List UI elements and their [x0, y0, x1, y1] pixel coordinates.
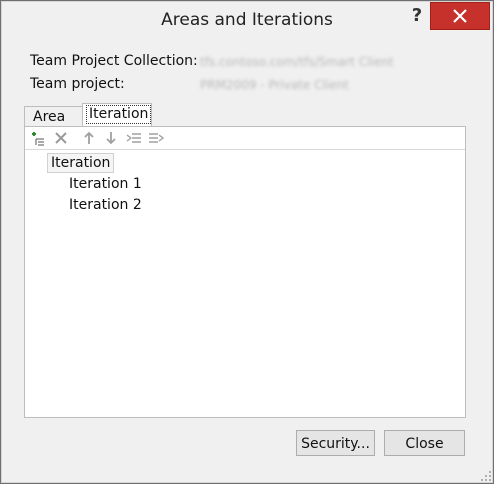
close-button[interactable]: Close [384, 430, 465, 456]
close-icon [453, 9, 467, 23]
outdent-icon[interactable] [126, 130, 142, 146]
tab-area[interactable]: Area [24, 106, 84, 127]
tree-toolbar [25, 127, 465, 150]
indent-icon[interactable] [148, 130, 164, 146]
move-up-icon[interactable] [81, 130, 97, 146]
tab-iteration-label: Iteration [86, 105, 152, 124]
window-close-button[interactable] [430, 2, 490, 30]
title-bar: Areas and Iterations ? [2, 2, 492, 38]
tree-node-iteration-1[interactable]: Iteration 1 [69, 176, 142, 192]
resize-grip-icon[interactable] [480, 470, 492, 482]
tab-iteration[interactable]: Iteration [82, 103, 152, 127]
iteration-tree: Iteration Iteration 1 Iteration 2 [25, 150, 465, 417]
collection-label: Team Project Collection: [30, 53, 198, 69]
collection-value: tfs.contoso.com/tfs/Smart Client [200, 55, 394, 69]
tree-node-root[interactable]: Iteration [47, 153, 115, 173]
security-button[interactable]: Security... [296, 430, 375, 456]
delete-icon[interactable] [53, 130, 69, 146]
project-value: PRM2009 - Private Client [200, 78, 349, 92]
tree-node-iteration-2[interactable]: Iteration 2 [69, 197, 142, 213]
add-node-icon[interactable] [30, 130, 46, 146]
project-label: Team project: [30, 76, 125, 92]
help-button[interactable]: ? [406, 5, 428, 27]
tab-area-label: Area [33, 109, 66, 125]
iteration-panel: Iteration Iteration 1 Iteration 2 [24, 126, 466, 418]
move-down-icon[interactable] [103, 130, 119, 146]
